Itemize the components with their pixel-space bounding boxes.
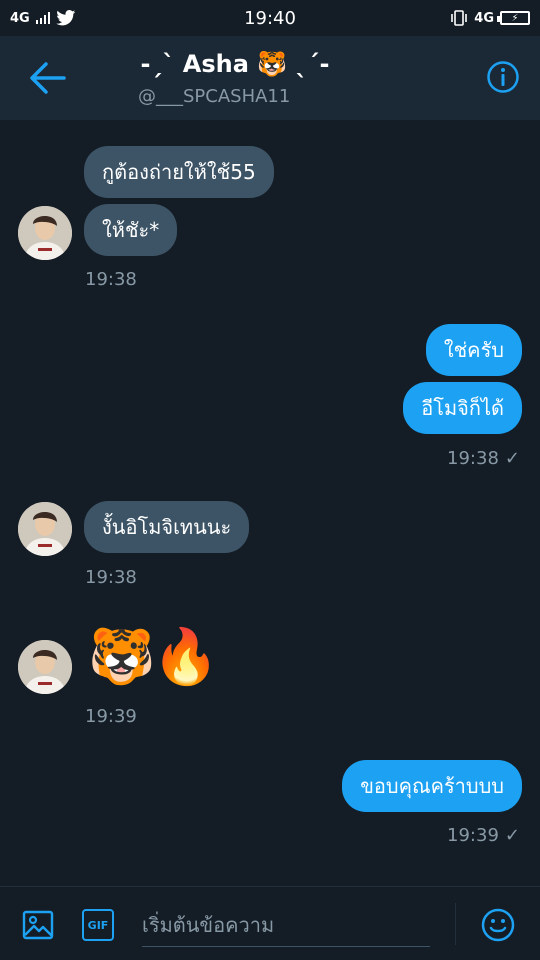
message-timestamp: 19:38 (447, 448, 499, 469)
avatar-photo (18, 502, 72, 556)
message-composer: GIF (0, 886, 540, 960)
incoming-message[interactable]: ให้ชัะ* (84, 204, 178, 256)
conversation-handle: @___SPCASHA11 (138, 86, 291, 107)
message-timestamp: 19:38 (85, 567, 137, 588)
signal-icon (35, 12, 50, 24)
battery-icon: ⚡ (497, 11, 530, 25)
vibrate-icon (451, 10, 468, 26)
avatar-photo (18, 206, 72, 260)
status-left: 4G (10, 10, 76, 26)
status-bar: 4G 19:40 4G ⚡ (0, 0, 540, 36)
message-input[interactable] (142, 903, 430, 947)
battery-charging-label: ⚡ (511, 12, 519, 24)
network-type-left: 4G (10, 10, 30, 26)
outgoing-message[interactable]: ใช่ครับ (425, 324, 522, 376)
sent-check-icon: ✓ (504, 448, 520, 469)
twitter-bird-icon (56, 10, 75, 26)
gif-icon[interactable]: GIF (82, 909, 114, 941)
network-type-right: 4G (474, 10, 494, 26)
fire-emoji[interactable]: 🔥 (152, 630, 219, 684)
emoji-smile-icon[interactable] (480, 907, 516, 943)
message-timestamp: 19:39 (447, 825, 499, 846)
avatar[interactable] (18, 640, 72, 694)
conversation-title: -ˏˋ Asha 🐯 ˎˊ- (140, 50, 330, 78)
conversation-header: -ˏˋ Asha 🐯 ˎˊ- @___SPCASHA11 (0, 36, 540, 120)
message-timestamp-row: 19:39 ✓ (447, 825, 520, 846)
incoming-message[interactable]: กูต้องถ่ายให้ใช้55 (84, 146, 274, 198)
outgoing-message[interactable]: ขอบคุณคร้าบบบ (342, 760, 522, 812)
message-timestamp: 19:38 (85, 269, 137, 290)
outgoing-message[interactable]: อีโมจิก็ได้ (403, 382, 522, 434)
image-icon[interactable] (22, 909, 54, 941)
incoming-message[interactable]: งั้นอิโมจิเทนนะ (84, 501, 250, 553)
composer-divider (455, 903, 456, 945)
sent-check-icon: ✓ (504, 825, 520, 846)
info-icon[interactable] (486, 60, 520, 94)
message-timestamp-row: 19:38 ✓ (447, 448, 520, 469)
message-timestamp: 19:39 (85, 706, 137, 727)
avatar[interactable] (18, 206, 72, 260)
avatar-photo (18, 640, 72, 694)
avatar[interactable] (18, 502, 72, 556)
tiger-emoji[interactable]: 🐯 (88, 630, 155, 684)
status-right: 4G ⚡ (450, 10, 530, 26)
